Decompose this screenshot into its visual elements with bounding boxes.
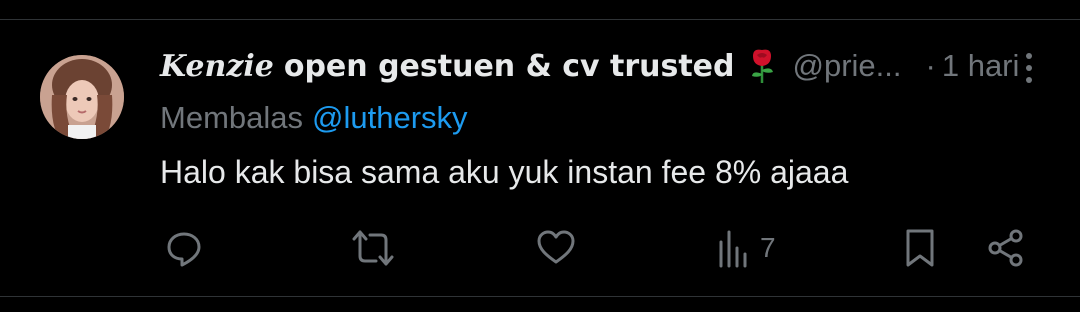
reply-button[interactable] [164,226,204,270]
avatar-image [40,55,124,139]
separator-dot: · [925,48,936,83]
handle[interactable]: @prie... [793,48,902,84]
bookmark-button[interactable] [904,226,936,270]
reply-mention-link[interactable]: @luthersky [312,100,468,136]
reply-icon [167,232,201,267]
views-icon [719,230,747,268]
avatar[interactable] [40,55,124,139]
reply-prefix: Membalas [160,100,303,135]
views-count: 7 [760,232,776,263]
share-button[interactable] [986,226,1026,270]
rose-icon [747,48,777,84]
timestamp[interactable]: 1 hari [942,48,1020,84]
views-button[interactable]: 7 [718,226,776,270]
post-text: Halo kak bisa sama aku yuk instan fee 8%… [160,154,849,190]
share-icon [988,229,1023,267]
display-name-script[interactable]: Kenzie [160,49,274,84]
bottom-divider [0,296,1080,297]
post-header: Kenzie open gestuen & cv trusted @prie..… [160,44,1019,88]
like-button[interactable] [536,226,576,270]
top-divider [0,19,1080,20]
display-name[interactable]: open gestuen & cv trusted [284,49,735,84]
more-options-icon[interactable] [1018,50,1040,86]
repost-icon [352,230,394,266]
replying-to: Membalas @luthersky [160,98,468,138]
like-icon [537,230,575,264]
bookmark-icon [906,229,934,267]
repost-button[interactable] [352,226,394,270]
